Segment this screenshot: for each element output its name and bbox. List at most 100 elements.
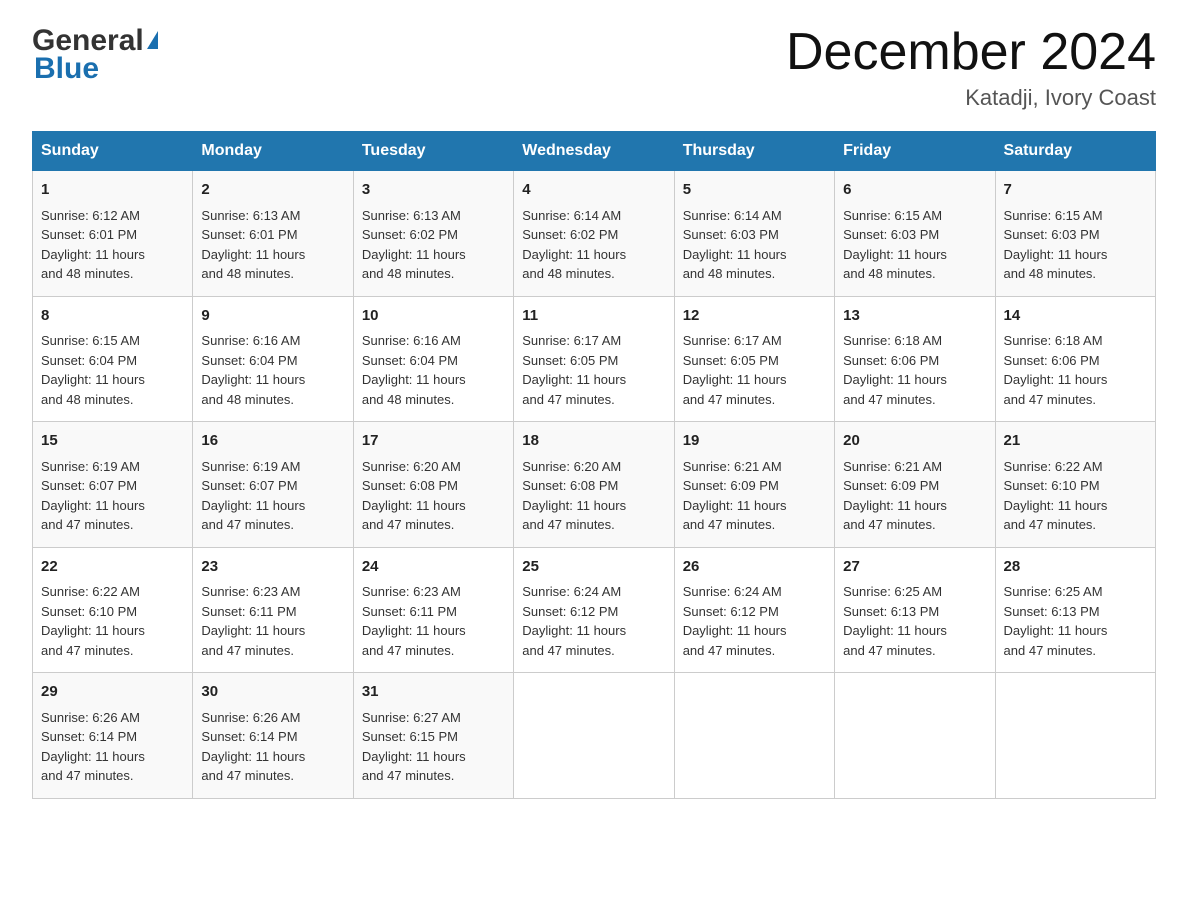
- day-number: 12: [683, 305, 826, 328]
- calendar-cell: 17 Sunrise: 6:20 AMSunset: 6:08 PMDayligh…: [353, 422, 513, 548]
- calendar-cell: 24 Sunrise: 6:23 AMSunset: 6:11 PMDayligh…: [353, 547, 513, 673]
- page-header: General Blue December 2024 Katadji, Ivor…: [32, 24, 1156, 111]
- calendar-week-row: 22 Sunrise: 6:22 AMSunset: 6:10 PMDayligh…: [33, 547, 1156, 673]
- day-number: 1: [41, 179, 184, 202]
- day-info: Sunrise: 6:14 AMSunset: 6:02 PMDaylight:…: [522, 206, 665, 284]
- day-info: Sunrise: 6:21 AMSunset: 6:09 PMDaylight:…: [843, 457, 986, 535]
- day-number: 19: [683, 430, 826, 453]
- day-info: Sunrise: 6:22 AMSunset: 6:10 PMDaylight:…: [1004, 457, 1147, 535]
- calendar-cell: [514, 673, 674, 799]
- day-number: 17: [362, 430, 505, 453]
- calendar-cell: 21Sunrise: 6:22 AMSunset: 6:10 PMDayligh…: [995, 422, 1155, 548]
- day-info: Sunrise: 6:13 AMSunset: 6:02 PMDaylight:…: [362, 206, 505, 284]
- day-number: 3: [362, 179, 505, 202]
- day-info: Sunrise: 6:16 AMSunset: 6:04 PMDaylight:…: [201, 331, 344, 409]
- day-info: Sunrise: 6:23 AMSunset: 6:11 PMDaylight:…: [201, 582, 344, 660]
- day-info: Sunrise: 6:27 AMSunset: 6:15 PMDaylight:…: [362, 708, 505, 786]
- calendar-cell: 12 Sunrise: 6:17 AMSunset: 6:05 PMDayligh…: [674, 296, 834, 422]
- calendar-cell: 19 Sunrise: 6:21 AMSunset: 6:09 PMDayligh…: [674, 422, 834, 548]
- calendar-cell: [674, 673, 834, 799]
- logo-name-part2: Blue: [34, 52, 99, 86]
- day-number: 28: [1004, 556, 1147, 579]
- col-header-friday: Friday: [835, 132, 995, 171]
- day-info: Sunrise: 6:24 AMSunset: 6:12 PMDaylight:…: [683, 582, 826, 660]
- calendar-cell: 26 Sunrise: 6:24 AMSunset: 6:12 PMDayligh…: [674, 547, 834, 673]
- day-info: Sunrise: 6:20 AMSunset: 6:08 PMDaylight:…: [362, 457, 505, 535]
- calendar-cell: 25 Sunrise: 6:24 AMSunset: 6:12 PMDayligh…: [514, 547, 674, 673]
- day-number: 26: [683, 556, 826, 579]
- day-info: Sunrise: 6:16 AMSunset: 6:04 PMDaylight:…: [362, 331, 505, 409]
- day-info: Sunrise: 6:15 AMSunset: 6:04 PMDaylight:…: [41, 331, 184, 409]
- day-info: Sunrise: 6:22 AMSunset: 6:10 PMDaylight:…: [41, 582, 184, 660]
- calendar-cell: 6 Sunrise: 6:15 AMSunset: 6:03 PMDaylight…: [835, 171, 995, 297]
- day-number: 25: [522, 556, 665, 579]
- calendar-cell: 28 Sunrise: 6:25 AMSunset: 6:13 PMDayligh…: [995, 547, 1155, 673]
- calendar-cell: 27 Sunrise: 6:25 AMSunset: 6:13 PMDayligh…: [835, 547, 995, 673]
- day-info: Sunrise: 6:20 AMSunset: 6:08 PMDaylight:…: [522, 457, 665, 535]
- calendar-week-row: 29 Sunrise: 6:26 AMSunset: 6:14 PMDayligh…: [33, 673, 1156, 799]
- calendar-cell: 18 Sunrise: 6:20 AMSunset: 6:08 PMDayligh…: [514, 422, 674, 548]
- calendar-cell: 4Sunrise: 6:14 AMSunset: 6:02 PMDaylight…: [514, 171, 674, 297]
- calendar-header-row: SundayMondayTuesdayWednesdayThursdayFrid…: [33, 132, 1156, 171]
- day-number: 24: [362, 556, 505, 579]
- day-info: Sunrise: 6:21 AMSunset: 6:09 PMDaylight:…: [683, 457, 826, 535]
- day-number: 16: [201, 430, 344, 453]
- calendar-cell: 30 Sunrise: 6:26 AMSunset: 6:14 PMDayligh…: [193, 673, 353, 799]
- day-number: 30: [201, 681, 344, 704]
- calendar-cell: 10Sunrise: 6:16 AMSunset: 6:04 PMDayligh…: [353, 296, 513, 422]
- day-info: Sunrise: 6:26 AMSunset: 6:14 PMDaylight:…: [201, 708, 344, 786]
- day-info: Sunrise: 6:25 AMSunset: 6:13 PMDaylight:…: [1004, 582, 1147, 660]
- calendar-cell: 29 Sunrise: 6:26 AMSunset: 6:14 PMDayligh…: [33, 673, 193, 799]
- calendar-cell: 22 Sunrise: 6:22 AMSunset: 6:10 PMDayligh…: [33, 547, 193, 673]
- day-number: 5: [683, 179, 826, 202]
- day-info: Sunrise: 6:25 AMSunset: 6:13 PMDaylight:…: [843, 582, 986, 660]
- calendar-cell: 1 Sunrise: 6:12 AMSunset: 6:01 PMDaylight…: [33, 171, 193, 297]
- day-info: Sunrise: 6:17 AMSunset: 6:05 PMDaylight:…: [683, 331, 826, 409]
- day-number: 27: [843, 556, 986, 579]
- calendar-cell: 16 Sunrise: 6:19 AMSunset: 6:07 PMDayligh…: [193, 422, 353, 548]
- day-number: 2: [201, 179, 344, 202]
- calendar-cell: 14Sunrise: 6:18 AMSunset: 6:06 PMDayligh…: [995, 296, 1155, 422]
- day-number: 7: [1004, 179, 1147, 202]
- col-header-wednesday: Wednesday: [514, 132, 674, 171]
- day-info: Sunrise: 6:26 AMSunset: 6:14 PMDaylight:…: [41, 708, 184, 786]
- col-header-saturday: Saturday: [995, 132, 1155, 171]
- calendar-cell: 23 Sunrise: 6:23 AMSunset: 6:11 PMDayligh…: [193, 547, 353, 673]
- logo: General Blue: [32, 24, 158, 86]
- location-subtitle: Katadji, Ivory Coast: [786, 85, 1156, 111]
- day-info: Sunrise: 6:19 AMSunset: 6:07 PMDaylight:…: [41, 457, 184, 535]
- day-number: 15: [41, 430, 184, 453]
- day-number: 6: [843, 179, 986, 202]
- day-number: 31: [362, 681, 505, 704]
- calendar-cell: 7Sunrise: 6:15 AMSunset: 6:03 PMDaylight…: [995, 171, 1155, 297]
- day-number: 13: [843, 305, 986, 328]
- day-number: 22: [41, 556, 184, 579]
- col-header-monday: Monday: [193, 132, 353, 171]
- day-number: 11: [522, 305, 665, 328]
- col-header-thursday: Thursday: [674, 132, 834, 171]
- calendar-cell: 8 Sunrise: 6:15 AMSunset: 6:04 PMDaylight…: [33, 296, 193, 422]
- day-number: 18: [522, 430, 665, 453]
- calendar-week-row: 15 Sunrise: 6:19 AMSunset: 6:07 PMDayligh…: [33, 422, 1156, 548]
- calendar-table: SundayMondayTuesdayWednesdayThursdayFrid…: [32, 131, 1156, 799]
- calendar-cell: [995, 673, 1155, 799]
- day-info: Sunrise: 6:18 AMSunset: 6:06 PMDaylight:…: [843, 331, 986, 409]
- day-number: 20: [843, 430, 986, 453]
- logo-triangle-icon: [147, 31, 158, 49]
- day-info: Sunrise: 6:12 AMSunset: 6:01 PMDaylight:…: [41, 206, 184, 284]
- day-number: 29: [41, 681, 184, 704]
- title-block: December 2024 Katadji, Ivory Coast: [786, 24, 1156, 111]
- day-number: 23: [201, 556, 344, 579]
- day-info: Sunrise: 6:23 AMSunset: 6:11 PMDaylight:…: [362, 582, 505, 660]
- col-header-sunday: Sunday: [33, 132, 193, 171]
- day-info: Sunrise: 6:19 AMSunset: 6:07 PMDaylight:…: [201, 457, 344, 535]
- calendar-cell: [835, 673, 995, 799]
- calendar-cell: 2 Sunrise: 6:13 AMSunset: 6:01 PMDaylight…: [193, 171, 353, 297]
- day-info: Sunrise: 6:13 AMSunset: 6:01 PMDaylight:…: [201, 206, 344, 284]
- day-info: Sunrise: 6:24 AMSunset: 6:12 PMDaylight:…: [522, 582, 665, 660]
- calendar-cell: 9Sunrise: 6:16 AMSunset: 6:04 PMDaylight…: [193, 296, 353, 422]
- day-info: Sunrise: 6:15 AMSunset: 6:03 PMDaylight:…: [843, 206, 986, 284]
- day-number: 8: [41, 305, 184, 328]
- calendar-week-row: 1 Sunrise: 6:12 AMSunset: 6:01 PMDaylight…: [33, 171, 1156, 297]
- month-title: December 2024: [786, 24, 1156, 81]
